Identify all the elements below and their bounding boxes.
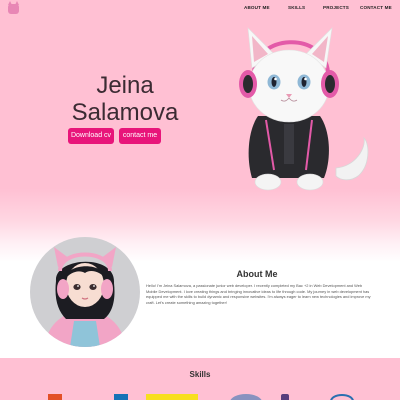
hero-last-name: Salamova (71, 99, 179, 126)
hero-first-name: Jeina (96, 72, 154, 99)
react-logo-icon (330, 394, 354, 400)
php-logo-icon (230, 394, 262, 400)
cat-logo-icon[interactable] (8, 1, 19, 14)
skills-title: Skills (189, 370, 211, 379)
navbar: ABOUT ME SKILLS PROJECTS CONTACT ME (0, 0, 400, 18)
nav-link-contact[interactable]: CONTACT ME (360, 5, 392, 10)
cat-with-headphones-illustration (239, 27, 369, 191)
skills-section: Skills (0, 358, 400, 400)
javascript-logo-icon (146, 394, 198, 400)
hero-section: ABOUT ME SKILLS PROJECTS CONTACT ME Jein… (0, 0, 400, 262)
html-logo-icon (48, 394, 62, 400)
nav-link-skills[interactable]: SKILLS (288, 5, 305, 10)
bootstrap-logo-icon (281, 394, 289, 400)
contact-me-button[interactable]: contact me (119, 128, 161, 144)
hero-name: Jeina Salamova (60, 72, 190, 126)
nav-link-projects[interactable]: PROJECTS (323, 5, 349, 10)
profile-illustration (30, 237, 140, 347)
about-title: About Me (236, 269, 278, 279)
download-cv-button[interactable]: Download cv (68, 128, 114, 144)
nav-link-about[interactable]: ABOUT ME (244, 5, 270, 10)
css-logo-icon (114, 394, 128, 400)
about-text: Hello! I'm Jeina Salamova, a passionate … (146, 283, 371, 305)
